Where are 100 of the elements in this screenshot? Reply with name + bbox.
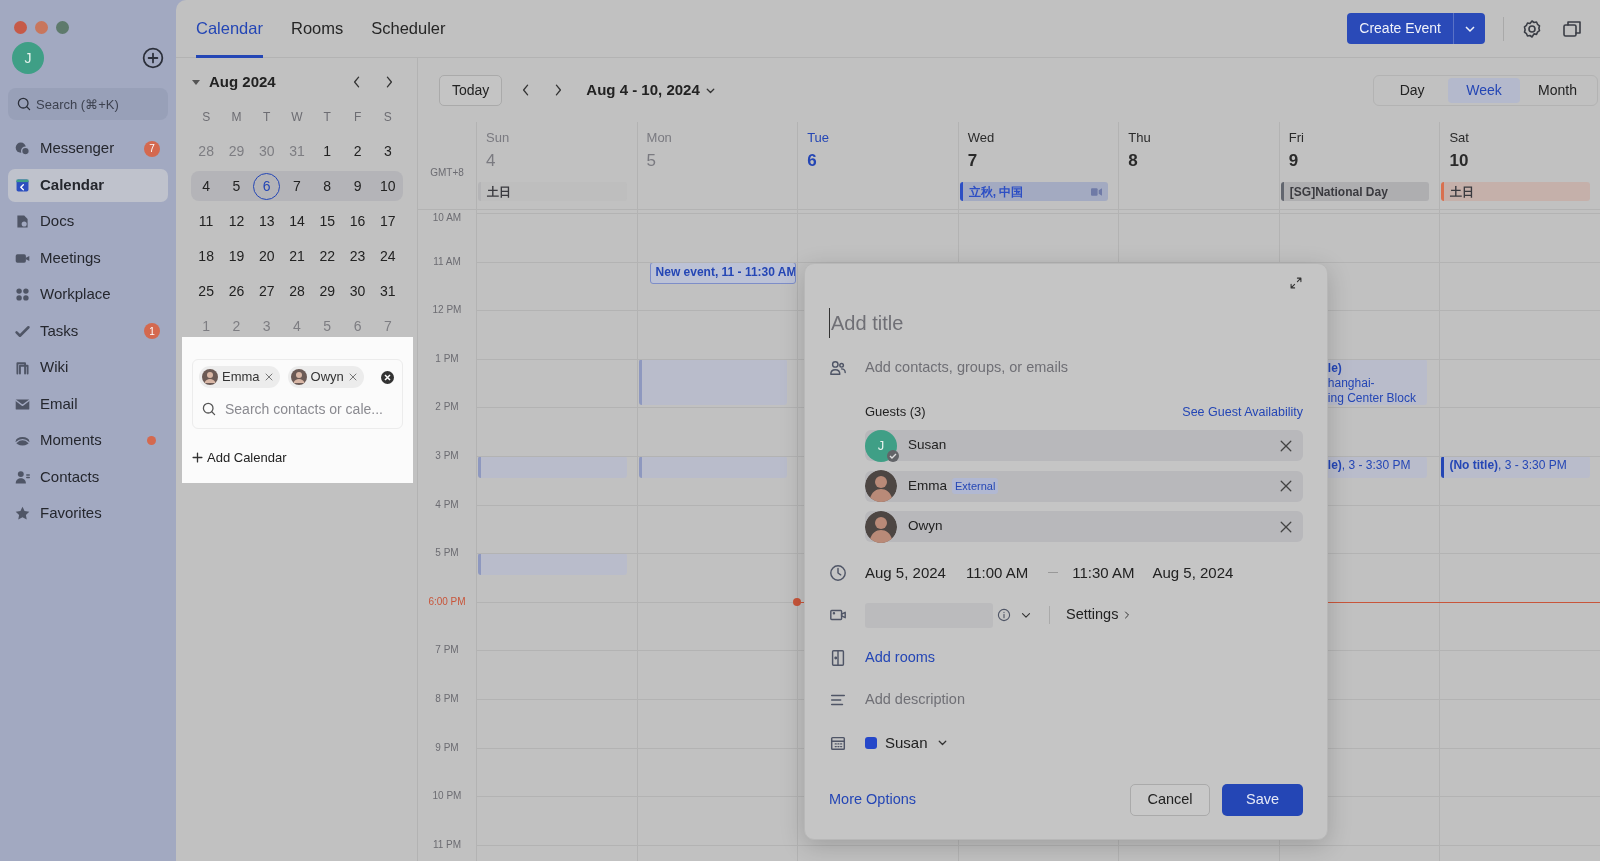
calendar-date[interactable]: 24 [372,241,403,271]
nav-item[interactable]: Tasks 1 [8,314,168,348]
day-name: Sat [1448,129,1470,147]
nav-item[interactable]: Meetings [8,241,168,275]
all-day-event[interactable]: [SG]National Day [1280,182,1430,201]
remove-icon[interactable] [263,372,274,382]
nav-item[interactable]: Calendar [8,168,168,202]
end-time[interactable]: 11:30 AM [1072,561,1135,584]
time-label: 3 PM [434,450,460,462]
weekday-label: S [201,109,212,124]
expand-icon[interactable] [1289,276,1303,290]
contact-search-field[interactable]: Emma Owyn Search contacts or cale... [192,359,403,429]
cancel-button[interactable]: Cancel [1130,784,1210,816]
day-name: Wed [966,129,996,147]
guest-availability-link[interactable]: See Guest Availability [1182,402,1303,422]
calendar-date[interactable]: 16 [342,206,373,236]
dropdown-button[interactable] [1453,13,1485,44]
nav-item[interactable]: Docs [8,205,168,238]
search-field[interactable]: Search (⌘+K) [8,88,168,120]
search-field[interactable]: Search contacts or cale... [199,397,394,421]
nav-item[interactable]: Wiki [8,351,168,384]
tab[interactable]: Scheduler [357,0,460,58]
view-tab[interactable]: Month [1520,77,1595,103]
calendar-date[interactable]: 2 [342,136,373,166]
view-tab[interactable]: Day [1376,77,1449,103]
calendar-date[interactable]: 10 [372,171,403,201]
time-label: 6:00 PM [427,595,467,608]
calendar-date[interactable]: 31 [372,276,403,306]
nav-item[interactable]: Email [8,387,168,421]
day-name: Sun [485,129,511,147]
calendar-date[interactable]: 3 [372,136,403,166]
calendar-date[interactable]: 1 [312,136,343,166]
nav-item[interactable]: Moments [8,424,168,457]
time-label: 11 AM [432,255,462,268]
event[interactable]: (No title), 3 - 3:30 PM [1441,456,1590,479]
day-number: 10 [1448,150,1470,172]
calendar-date[interactable]: 27 [251,276,282,306]
title-field[interactable]: Add title [829,308,1303,338]
calendar-date[interactable]: 28 [281,276,313,306]
calendar-date[interactable]: 7 [281,171,313,201]
calendar-date[interactable]: 19 [221,241,252,271]
calendar-date[interactable]: 26 [221,276,252,306]
calendar-date[interactable]: 30 [342,276,373,306]
start-date[interactable]: Aug 5, 2024 [865,561,946,584]
clear-icon[interactable] [381,370,394,384]
add-icon[interactable] [142,47,164,69]
start-time[interactable]: 11:00 AM [965,561,1029,584]
calendar-date[interactable]: 29 [312,276,343,306]
remove-button[interactable] [1278,478,1294,494]
add-rooms-link[interactable]: Add rooms [865,646,936,669]
guest-field[interactable]: Add contacts, groups, or emails [865,357,1303,379]
chat-icon [14,140,31,157]
calendar-date[interactable]: 13 [251,206,282,236]
view-tab[interactable]: Week [1448,77,1521,103]
today-button[interactable]: Today [439,74,503,106]
create-event-button[interactable]: Create Event [1347,13,1453,44]
calendar-date[interactable]: 9 [342,171,373,201]
save-button[interactable]: Save [1222,784,1303,816]
calendar-date[interactable]: 18 [191,241,222,271]
calendar-date[interactable]: 8 [312,171,343,201]
add-calendar-button[interactable]: Add Calendar [192,448,287,468]
end-date[interactable]: Aug 5, 2024 [1152,561,1234,584]
all-day-event[interactable]: 土日 [1441,182,1590,201]
star-icon [14,505,31,522]
nav-item[interactable]: Favorites [8,497,168,530]
calendar-date[interactable]: 23 [342,241,373,271]
avatar [865,470,897,502]
date-range-button[interactable]: Aug 4 - 10, 2024 [582,78,721,102]
calendar-date[interactable]: 25 [191,276,222,306]
calendar-date[interactable]: 15 [312,206,343,236]
calendar-date[interactable]: 20 [251,241,282,271]
tab[interactable]: Rooms [276,0,358,58]
calendar-date[interactable]: 11 [191,206,222,236]
calendar-date[interactable]: 22 [312,241,343,271]
avatar [290,369,307,385]
event[interactable]: New event, 11 - 11:30 AM [649,261,797,284]
more-options-link[interactable]: More Options [829,789,917,811]
window-zoom-button[interactable] [56,21,69,34]
contact-chip[interactable]: Owyn [287,366,364,388]
calendar-date[interactable]: 12 [221,206,252,236]
calendar-date[interactable]: 14 [281,206,313,236]
calendar-select[interactable]: Susan [865,731,949,754]
settings-icon[interactable] [1522,18,1542,39]
calendar-date[interactable]: 5 [221,171,252,201]
description-field[interactable]: Add description [865,689,1303,712]
time-label: 2 PM [434,401,460,414]
calendar-date[interactable]: 17 [372,206,403,236]
nav-item[interactable]: Contacts [8,460,168,494]
remove-icon[interactable] [347,372,358,382]
nav-item[interactable]: Messenger 7 [8,132,168,165]
calendar-date[interactable]: 4 [191,171,222,201]
contact-chip[interactable]: Emma [199,366,280,388]
nav-item[interactable]: Workplace [8,278,168,311]
collapse-icon[interactable] [191,77,201,87]
person-icon [14,468,31,486]
calendar-date[interactable]: 21 [281,241,313,271]
window-icon[interactable] [1562,18,1582,39]
settings-link[interactable]: Settings [1066,604,1133,627]
day-name: Tue [806,129,831,147]
all-day-event[interactable]: 土日 [478,182,627,201]
